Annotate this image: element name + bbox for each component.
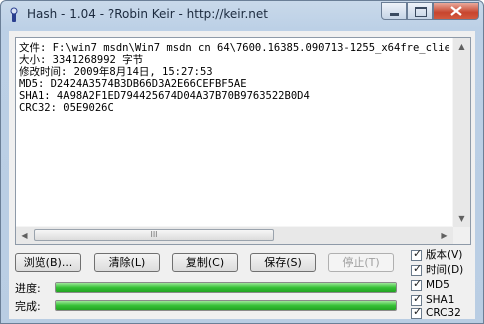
done-label: 完成: bbox=[15, 300, 41, 313]
save-button[interactable]: 保存(S) bbox=[250, 253, 316, 272]
crc32-checkbox[interactable]: ✓ bbox=[411, 305, 423, 319]
title-bar[interactable]: Hash - 1.04 - ?Robin Keir - http://keir.… bbox=[1, 1, 483, 29]
maximize-icon bbox=[415, 7, 427, 17]
sha1-label: SHA1 bbox=[426, 294, 455, 306]
option-time[interactable]: ✓ 时间(D) bbox=[411, 262, 475, 278]
horizontal-scrollbar[interactable]: ◀ III ▶ bbox=[16, 226, 453, 244]
browse-button[interactable]: 浏览(B)... bbox=[15, 253, 81, 272]
stop-button[interactable]: 停止(T) bbox=[328, 253, 394, 272]
sha1-line: SHA1: 4A98A2F1ED794425674D04A37B70B97635… bbox=[19, 90, 310, 102]
time-label: 时间(D) bbox=[426, 264, 464, 276]
checkmark-icon: ✓ bbox=[413, 277, 423, 290]
checkmark-icon: ✓ bbox=[413, 292, 423, 305]
md5-label: MD5 bbox=[426, 279, 450, 291]
clear-button[interactable]: 清除(L) bbox=[94, 253, 160, 272]
copy-button[interactable]: 复制(C) bbox=[172, 253, 238, 272]
progress-bar bbox=[55, 282, 397, 293]
file-line: 文件: F:\win7 msdn\Win7 msdn cn 64\7600.16… bbox=[19, 42, 449, 54]
time-checkbox[interactable]: ✓ bbox=[411, 262, 423, 276]
md5-line: MD5: D2424A3574B3DB66D3A2E66CEFBF5AE bbox=[19, 78, 247, 90]
progress-bar-fill bbox=[56, 283, 396, 292]
scroll-right-icon[interactable]: ▶ bbox=[436, 227, 453, 244]
md5-checkbox[interactable]: ✓ bbox=[411, 277, 423, 291]
scroll-up-icon[interactable]: ▲ bbox=[453, 38, 470, 55]
option-md5[interactable]: ✓ MD5 bbox=[411, 277, 475, 293]
minimize-button[interactable] bbox=[381, 2, 407, 20]
hash-output-box[interactable]: 文件: F:\win7 msdn\Win7 msdn cn 64\7600.16… bbox=[15, 37, 471, 245]
horizontal-scroll-thumb[interactable]: III bbox=[34, 229, 274, 241]
version-label: 版本(V) bbox=[426, 249, 463, 261]
maximize-button[interactable] bbox=[407, 2, 433, 20]
scroll-left-icon[interactable]: ◀ bbox=[16, 227, 33, 244]
checkmark-icon: ✓ bbox=[413, 247, 423, 260]
checkmark-icon: ✓ bbox=[413, 262, 423, 275]
close-button[interactable] bbox=[433, 2, 479, 20]
done-bar-fill bbox=[56, 301, 396, 310]
crc32-line: CRC32: 05E9026C bbox=[19, 102, 114, 114]
crc32-label: CRC32 bbox=[426, 307, 461, 319]
hash-output-text: 文件: F:\win7 msdn\Win7 msdn cn 64\7600.16… bbox=[19, 42, 449, 224]
option-version[interactable]: ✓ 版本(V) bbox=[411, 247, 475, 263]
client-area: 文件: F:\win7 msdn\Win7 msdn cn 64\7600.16… bbox=[9, 31, 475, 319]
vertical-scrollbar[interactable]: ▲ ▼ bbox=[452, 38, 470, 227]
checkmark-icon: ✓ bbox=[413, 305, 423, 318]
done-bar bbox=[55, 300, 397, 311]
hash-app-icon bbox=[7, 7, 21, 23]
close-icon bbox=[450, 6, 462, 16]
size-line: 大小: 3341268992 字节 bbox=[19, 54, 144, 66]
progress-label: 进度: bbox=[15, 282, 41, 295]
window-title: Hash - 1.04 - ?Robin Keir - http://keir.… bbox=[27, 7, 268, 21]
modified-time-line: 修改时间: 2009年8月14日, 15:27:53 bbox=[19, 66, 213, 78]
app-window: Hash - 1.04 - ?Robin Keir - http://keir.… bbox=[0, 0, 484, 324]
option-crc32[interactable]: ✓ CRC32 bbox=[411, 305, 475, 321]
version-checkbox[interactable]: ✓ bbox=[411, 247, 423, 261]
minimize-icon bbox=[390, 13, 399, 16]
scrollbar-corner bbox=[453, 227, 470, 244]
scroll-down-icon[interactable]: ▼ bbox=[453, 210, 470, 227]
